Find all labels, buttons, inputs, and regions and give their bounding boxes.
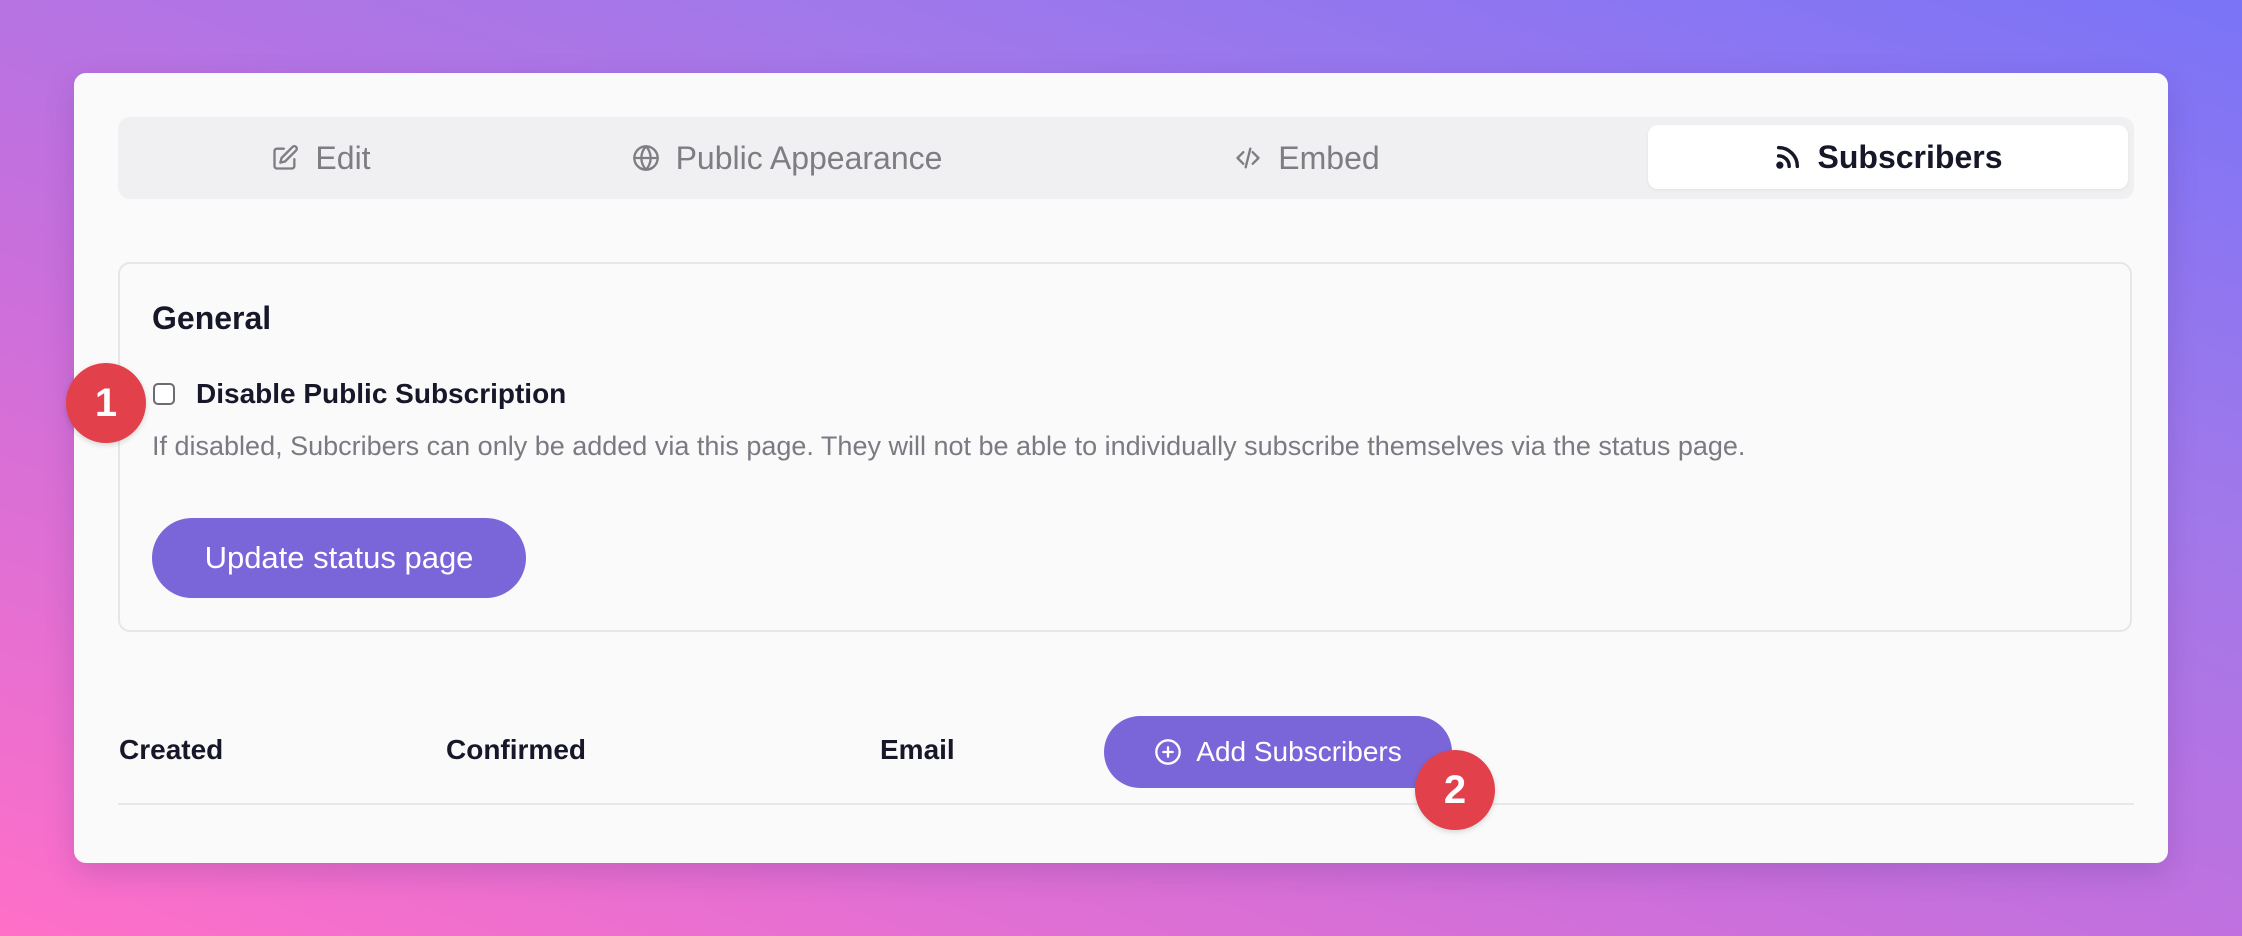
subscribers-card: Edit Public Appearance Embed Subscribers… xyxy=(74,73,2168,863)
disable-public-subscription-label[interactable]: Disable Public Subscription xyxy=(196,378,566,410)
column-confirmed[interactable]: Confirmed xyxy=(446,734,586,766)
table-divider xyxy=(118,803,2134,805)
tab-embed[interactable]: Embed xyxy=(1050,117,1564,199)
tab-subscribers[interactable]: Subscribers xyxy=(1648,125,2128,189)
tab-bar: Edit Public Appearance Embed Subscribers xyxy=(118,117,2134,199)
tab-subscribers-label: Subscribers xyxy=(1817,138,2003,175)
annotation-badge-2: 2 xyxy=(1415,750,1495,830)
tab-embed-label: Embed xyxy=(1278,139,1380,176)
disable-help-text: If disabled, Subcribers can only be adde… xyxy=(152,431,1746,461)
plus-circle-icon xyxy=(1154,738,1182,766)
tab-edit[interactable]: Edit xyxy=(118,117,524,199)
add-subscribers-button[interactable]: Add Subscribers xyxy=(1104,716,1452,788)
rss-icon xyxy=(1774,143,1802,171)
general-panel: General Disable Public Subscription If d… xyxy=(118,262,2132,632)
tab-public-appearance[interactable]: Public Appearance xyxy=(524,117,1050,199)
globe-icon xyxy=(632,144,660,172)
tab-edit-label: Edit xyxy=(315,139,371,176)
edit-icon xyxy=(271,144,299,172)
add-subscribers-label: Add Subscribers xyxy=(1196,736,1402,767)
column-email[interactable]: Email xyxy=(880,734,955,766)
column-created[interactable]: Created xyxy=(119,734,223,766)
tab-public-appearance-label: Public Appearance xyxy=(675,139,943,176)
update-status-page-button[interactable]: Update status page xyxy=(152,518,526,598)
disable-public-subscription-checkbox[interactable] xyxy=(153,383,175,405)
code-icon xyxy=(1234,144,1262,172)
annotation-badge-1: 1 xyxy=(66,363,146,443)
general-title: General xyxy=(152,300,272,336)
